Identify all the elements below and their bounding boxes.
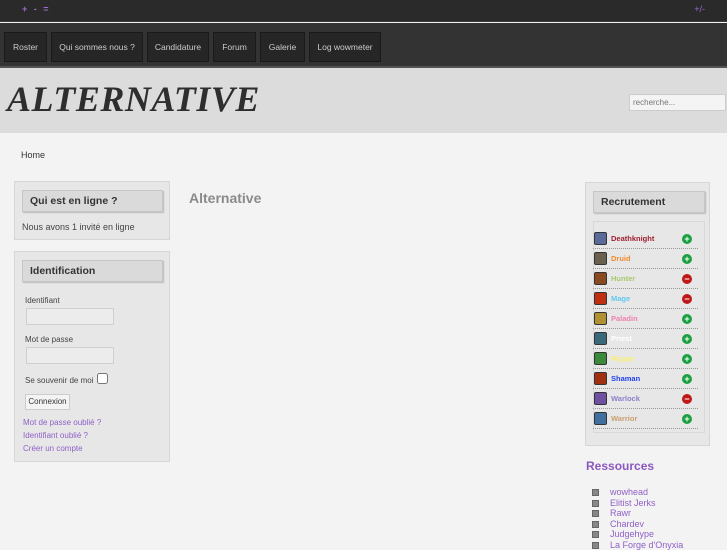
resources-title: Ressources (586, 459, 655, 473)
resource-link[interactable]: Elitist Jerks (592, 498, 656, 508)
plus-icon: + (682, 234, 692, 244)
nav-forum[interactable]: Forum (213, 32, 256, 62)
search-input[interactable] (629, 94, 726, 111)
resource-link[interactable]: Chardev (592, 519, 644, 529)
resource-link[interactable]: Rawr (592, 508, 631, 518)
forgot-username-link[interactable]: Identifiant oublié ? (23, 431, 88, 440)
login-button[interactable]: Connexion (25, 394, 70, 410)
plus-icon: + (682, 414, 692, 424)
bullet-icon (592, 510, 599, 518)
class-icon (594, 272, 607, 285)
plus-icon: + (682, 374, 692, 384)
login-title: Identification (22, 260, 163, 282)
content-title: Alternative (189, 190, 262, 206)
class-icon (594, 412, 607, 425)
recruit-module: Recrutement Deathknight + Druid + Hunter… (585, 182, 710, 446)
class-name: Rogue (611, 354, 635, 363)
username-label: Identifiant (25, 296, 60, 305)
recruit-row-rogue: Rogue + (593, 349, 698, 369)
online-module: Qui est en ligne ? Nous avons 1 invité e… (14, 181, 170, 240)
class-icon (594, 392, 607, 405)
class-icon (594, 292, 607, 305)
plus-icon: + (682, 354, 692, 364)
class-icon (594, 232, 607, 245)
bullet-icon (592, 531, 599, 539)
recruit-row-warlock: Warlock − (593, 389, 698, 409)
recruit-row-hunter: Hunter − (593, 269, 698, 289)
recruit-row-shaman: Shaman + (593, 369, 698, 389)
class-icon (594, 352, 607, 365)
bullet-icon (592, 520, 599, 528)
resource-label: Chardev (610, 518, 645, 529)
recruit-row-priest: Priest + (593, 329, 698, 349)
online-text: Nous avons 1 invité en ligne (22, 222, 135, 232)
nav-galerie[interactable]: Galerie (260, 32, 305, 62)
resource-link[interactable]: wowhead (592, 487, 648, 497)
nav-about[interactable]: Qui sommes nous ? (51, 32, 143, 62)
recruit-row-druid: Druid + (593, 249, 698, 269)
nav-candidature[interactable]: Candidature (147, 32, 209, 62)
site-logo[interactable]: ALTERNATIVE (7, 78, 260, 120)
plus-icon: + (682, 254, 692, 264)
recruit-row-deathknight: Deathknight + (593, 229, 698, 249)
class-icon (594, 372, 607, 385)
header: ALTERNATIVE (0, 68, 727, 133)
plus-icon: + (682, 314, 692, 324)
bullet-icon (592, 489, 599, 497)
minus-icon: − (682, 394, 692, 404)
main-nav: Roster Qui sommes nous ? Candidature For… (0, 23, 727, 68)
recruit-list: Deathknight + Druid + Hunter − Mage − Pa… (586, 183, 711, 447)
class-icon (594, 312, 607, 325)
class-name: Warrior (611, 414, 638, 423)
resource-link[interactable]: Judgehype (592, 529, 654, 539)
recruit-row-mage: Mage − (593, 289, 698, 309)
remember-label: Se souvenir de moi (25, 376, 94, 385)
breadcrumb[interactable]: Home (21, 150, 45, 160)
password-input[interactable] (26, 347, 114, 364)
class-name: Priest (611, 334, 632, 343)
class-icon (594, 332, 607, 345)
class-name: Druid (611, 254, 631, 263)
minus-icon: − (682, 294, 692, 304)
password-label: Mot de passe (25, 335, 74, 344)
resource-label: Elitist Jerks (610, 497, 656, 508)
top-bar: + - = +/- (0, 0, 727, 22)
class-name: Shaman (611, 374, 641, 383)
bullet-icon (592, 499, 599, 507)
login-module: Identification Identifiant Mot de passe … (14, 251, 170, 462)
plus-icon: + (682, 334, 692, 344)
class-icon (594, 252, 607, 265)
nav-roster[interactable]: Roster (4, 32, 47, 62)
class-name: Warlock (611, 394, 640, 403)
recruit-row-paladin: Paladin + (593, 309, 698, 329)
minus-icon: − (682, 274, 692, 284)
nav-log-wowmeter[interactable]: Log wowmeter (309, 32, 381, 62)
font-size-controls[interactable]: + - = (22, 4, 51, 14)
bullet-icon (592, 541, 599, 549)
recruit-row-warrior: Warrior + (593, 409, 698, 429)
toggle-button[interactable]: +/- (694, 4, 705, 14)
class-name: Deathknight (611, 234, 655, 243)
class-name: Mage (611, 294, 631, 303)
remember-checkbox[interactable] (97, 373, 108, 384)
online-title: Qui est en ligne ? (22, 190, 163, 212)
create-account-link[interactable]: Créer un compte (23, 444, 83, 453)
resource-label: Judgehype (610, 529, 655, 539)
resource-label: wowhead (610, 487, 649, 497)
username-input[interactable] (26, 308, 114, 325)
class-name: Paladin (611, 314, 638, 323)
forgot-password-link[interactable]: Mot de passe oublié ? (23, 418, 101, 427)
resource-label: Rawr (610, 508, 632, 518)
class-name: Hunter (611, 274, 636, 283)
